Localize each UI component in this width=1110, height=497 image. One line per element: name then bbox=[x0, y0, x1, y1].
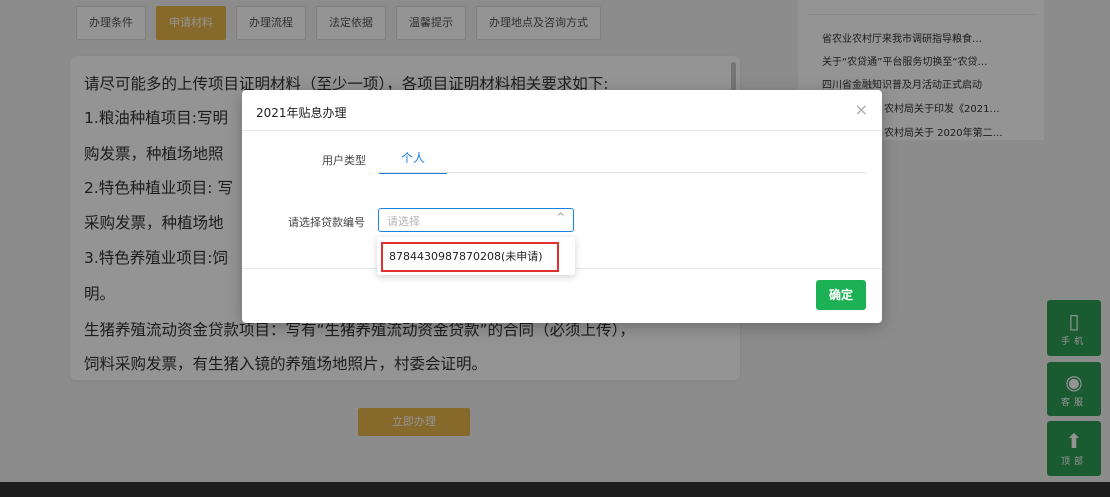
select-placeholder: 请选择 bbox=[387, 215, 420, 228]
user-type-divider bbox=[379, 172, 867, 173]
loan-number-label: 请选择贷款编号 bbox=[288, 216, 365, 229]
confirm-button[interactable]: 确定 bbox=[816, 280, 866, 310]
tab-individual[interactable]: 个人 bbox=[379, 144, 447, 174]
modal-title: 2021年贴息办理 bbox=[256, 106, 347, 120]
user-type-label: 用户类型 bbox=[322, 154, 366, 167]
close-icon[interactable]: × bbox=[855, 100, 868, 119]
modal-header-divider bbox=[242, 130, 882, 131]
loan-number-select[interactable]: 请选择 ^ bbox=[378, 208, 574, 232]
chevron-up-icon: ^ bbox=[556, 212, 565, 223]
subsidy-modal: 2021年贴息办理 × 用户类型 个人 请选择贷款编号 请选择 ^ 确定 bbox=[242, 90, 882, 323]
loan-number-dropdown: 8784430987870208(未申请) bbox=[377, 237, 575, 275]
loan-option[interactable]: 8784430987870208(未申请) bbox=[381, 242, 559, 272]
